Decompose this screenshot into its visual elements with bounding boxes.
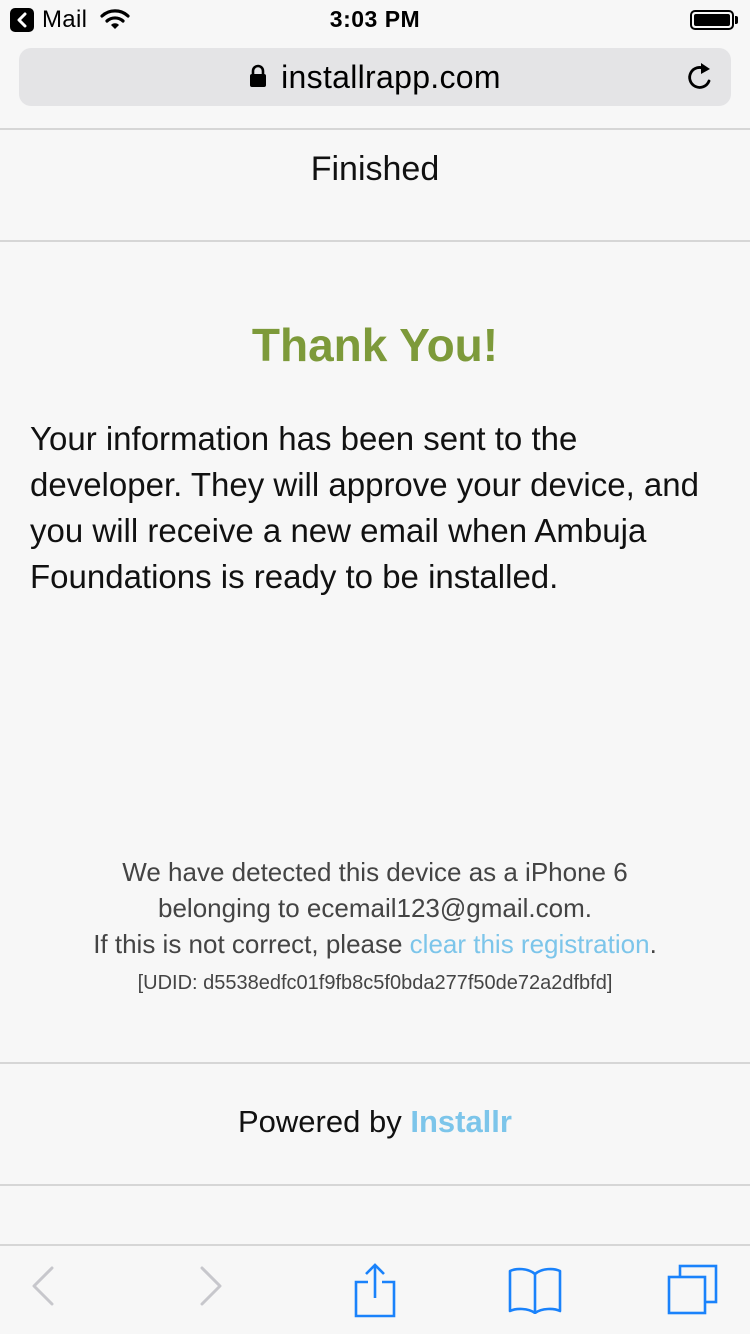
heading-divider xyxy=(0,240,750,242)
bookmarks-icon[interactable] xyxy=(508,1266,562,1314)
page-heading: Finished xyxy=(310,150,440,188)
device-line-3: If this is not correct, please clear thi… xyxy=(0,926,750,962)
forward-icon[interactable] xyxy=(198,1264,224,1308)
tabs-icon[interactable] xyxy=(666,1264,720,1316)
installr-link[interactable]: Installr xyxy=(410,1104,512,1139)
device-line-3-prefix: If this is not correct, please xyxy=(93,929,410,959)
device-line-3-suffix: . xyxy=(649,929,657,959)
status-bar: Mail 3:03 PM xyxy=(0,0,750,40)
url-text: installrapp.com xyxy=(281,58,501,95)
header-divider xyxy=(0,128,750,130)
footer-top-divider xyxy=(0,1062,750,1064)
thank-you-title: Thank You! xyxy=(251,319,499,371)
address-bar[interactable]: installrapp.com xyxy=(19,48,731,106)
battery-icon xyxy=(690,10,738,30)
powered-by-prefix: Powered by xyxy=(238,1104,411,1139)
back-icon[interactable] xyxy=(30,1264,56,1308)
device-line-1: We have detected this device as a iPhone… xyxy=(122,857,628,887)
udid-text: [UDID: d5538edfc01f9fb8c5f0bda277f50de72… xyxy=(137,972,613,994)
lock-icon xyxy=(250,64,267,87)
powered-by: Powered by Installr xyxy=(0,1104,750,1140)
footer-bottom-divider xyxy=(0,1184,750,1186)
device-line-2: belonging to ecemail123@gmail.com. xyxy=(158,893,592,923)
share-icon[interactable] xyxy=(354,1262,396,1318)
clear-registration-link[interactable]: clear this registration xyxy=(410,929,650,959)
device-info: We have detected this device as a iPhone… xyxy=(0,854,750,962)
confirmation-message: Your information has been sent to the de… xyxy=(30,420,699,595)
reload-icon[interactable] xyxy=(687,62,715,92)
status-time: 3:03 PM xyxy=(329,6,421,32)
browser-toolbar xyxy=(0,1244,750,1334)
